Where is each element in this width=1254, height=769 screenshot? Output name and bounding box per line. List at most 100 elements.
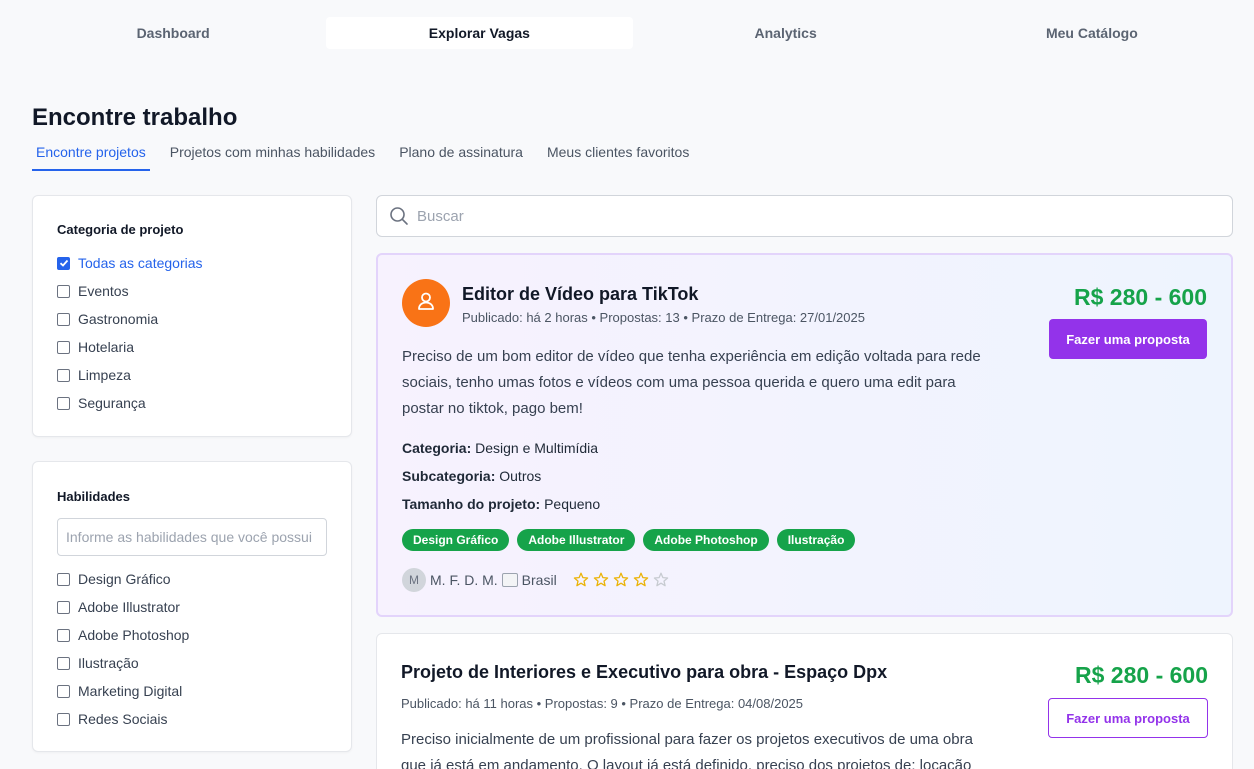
job-size-value: Pequeno (544, 496, 601, 512)
skill-item-label: Redes Sociais (78, 711, 168, 727)
client-info: M M. F. D. M. Brasil (402, 568, 673, 592)
job-description-line: Preciso de um bom editor de vídeo que te… (402, 348, 981, 365)
tab-meu-catalogo[interactable]: Meu Catálogo (939, 17, 1245, 49)
star-filled-icon (573, 572, 589, 588)
user-icon (415, 290, 437, 317)
job-description-line: sociais, tenho umas fotos e vídeos com u… (402, 374, 956, 391)
job-price: R$ 280 - 600 (1074, 284, 1207, 310)
subtab-projetos-habilidades[interactable]: Projetos com minhas habilidades (158, 136, 387, 171)
skill-item-label: Adobe Photoshop (78, 627, 190, 643)
skill-item-marketing-digital[interactable]: Marketing Digital (57, 677, 189, 705)
category-item-limpeza[interactable]: Limpeza (57, 361, 203, 389)
client-initial-avatar: M (402, 568, 426, 592)
skill-item-label: Marketing Digital (78, 683, 183, 699)
checkbox[interactable] (57, 684, 70, 698)
job-description-line: postar no tiktok, pago bem! (402, 400, 583, 417)
skill-tag[interactable]: Design Gráfico (402, 529, 510, 551)
checkbox[interactable] (57, 396, 70, 410)
job-meta: Publicado: há 11 horas • Propostas: 9 • … (401, 696, 804, 711)
subtab-encontre-projetos[interactable]: Encontre projetos (32, 136, 150, 171)
tab-analytics[interactable]: Analytics (633, 17, 939, 49)
job-description: Preciso inicialmente de um profissional … (401, 727, 973, 769)
category-item-label: Gastronomia (78, 311, 159, 327)
checkbox[interactable] (57, 284, 70, 298)
skill-tags: Design Gráfico Adobe Illustrator Adobe P… (402, 529, 863, 551)
star-filled-icon (593, 572, 609, 588)
category-item-todas[interactable]: Todas as categorias (57, 249, 203, 277)
category-item-eventos[interactable]: Eventos (57, 277, 203, 305)
job-meta: Publicado: há 2 horas • Propostas: 13 • … (462, 310, 865, 325)
skill-item-design-grafico[interactable]: Design Gráfico (57, 565, 189, 593)
make-proposal-button[interactable]: Fazer uma proposta (1049, 319, 1207, 359)
skill-item-label: Adobe Illustrator (78, 599, 180, 615)
job-title[interactable]: Projeto de Interiores e Executivo para o… (401, 662, 887, 683)
skills-list: Design Gráfico Adobe Illustrator Adobe P… (57, 565, 189, 733)
skill-tag[interactable]: Adobe Illustrator (517, 529, 636, 551)
star-filled-icon (633, 572, 649, 588)
job-description: Preciso de um bom editor de vídeo que te… (402, 344, 981, 422)
job-description-line: Preciso inicialmente de um profissional … (401, 731, 973, 748)
client-avatar (402, 279, 450, 327)
checkbox[interactable] (57, 628, 70, 642)
checkbox[interactable] (57, 656, 70, 670)
skill-item-adobe-photoshop[interactable]: Adobe Photoshop (57, 621, 189, 649)
skill-item-redes-sociais[interactable]: Redes Sociais (57, 705, 189, 733)
skill-item-label: Design Gráfico (78, 571, 171, 587)
subtab-clientes-favoritos[interactable]: Meus clientes favoritos (535, 136, 701, 171)
job-size: Tamanho do projeto: Pequeno (402, 496, 600, 512)
job-category-value: Design e Multimídia (475, 440, 599, 456)
skills-filter-panel: Habilidades Design Gráfico Adobe Illustr… (32, 461, 352, 752)
checkbox[interactable] (57, 312, 70, 326)
checkbox[interactable] (57, 572, 70, 586)
category-item-label: Todas as categorias (78, 255, 203, 271)
skills-filter-title: Habilidades (57, 489, 130, 504)
search-input[interactable] (417, 207, 1197, 225)
star-empty-icon (653, 572, 669, 588)
category-item-label: Eventos (78, 283, 129, 299)
skill-tag[interactable]: Ilustração (776, 529, 856, 551)
star-filled-icon (613, 572, 629, 588)
job-size-label: Tamanho do projeto: (402, 496, 541, 512)
job-subcategory-label: Subcategoria: (402, 468, 496, 484)
skill-tag[interactable]: Adobe Photoshop (643, 529, 769, 551)
skill-item-label: Ilustração (78, 655, 139, 671)
page-title: Encontre trabalho (32, 104, 238, 131)
client-country: Brasil (521, 572, 557, 588)
category-list: Todas as categorias Eventos Gastronomia … (57, 249, 203, 417)
skills-input[interactable] (57, 518, 327, 556)
category-filter-title: Categoria de projeto (57, 222, 184, 237)
checkbox[interactable] (57, 340, 70, 354)
category-item-hotelaria[interactable]: Hotelaria (57, 333, 203, 361)
client-name[interactable]: M. F. D. M. (430, 572, 498, 588)
top-nav: Dashboard Explorar Vagas Analytics Meu C… (20, 17, 1245, 49)
job-card[interactable]: Projeto de Interiores e Executivo para o… (376, 633, 1233, 769)
job-subcategory: Subcategoria: Outros (402, 468, 541, 484)
checkbox[interactable] (57, 712, 70, 726)
subtabs: Encontre projetos Projetos com minhas ha… (32, 136, 701, 171)
category-item-gastronomia[interactable]: Gastronomia (57, 305, 203, 333)
job-category-label: Categoria: (402, 440, 472, 456)
job-title[interactable]: Editor de Vídeo para TikTok (462, 284, 698, 305)
country-flag-icon (501, 573, 518, 587)
subtab-plano-assinatura[interactable]: Plano de assinatura (387, 136, 535, 171)
search-bar (376, 195, 1233, 237)
make-proposal-button[interactable]: Fazer uma proposta (1048, 698, 1208, 738)
skill-item-ilustracao[interactable]: Ilustração (57, 649, 189, 677)
checkbox[interactable] (57, 600, 70, 614)
checkbox[interactable] (57, 368, 70, 382)
skill-item-adobe-illustrator[interactable]: Adobe Illustrator (57, 593, 189, 621)
search-icon (389, 206, 409, 226)
job-subcategory-value: Outros (499, 468, 542, 484)
job-card[interactable]: Editor de Vídeo para TikTok Publicado: h… (376, 253, 1233, 617)
job-category: Categoria: Design e Multimídia (402, 440, 598, 456)
category-item-label: Hotelaria (78, 339, 135, 355)
category-item-seguranca[interactable]: Segurança (57, 389, 203, 417)
tab-explorar-vagas[interactable]: Explorar Vagas (326, 17, 633, 49)
job-price: R$ 280 - 600 (1075, 662, 1208, 688)
client-rating (573, 572, 673, 588)
job-description-line: que já está em andamento. O layout já es… (401, 757, 972, 769)
checkbox[interactable] (57, 256, 70, 270)
category-item-label: Segurança (78, 395, 146, 411)
category-item-label: Limpeza (78, 367, 131, 383)
tab-dashboard[interactable]: Dashboard (20, 17, 326, 49)
